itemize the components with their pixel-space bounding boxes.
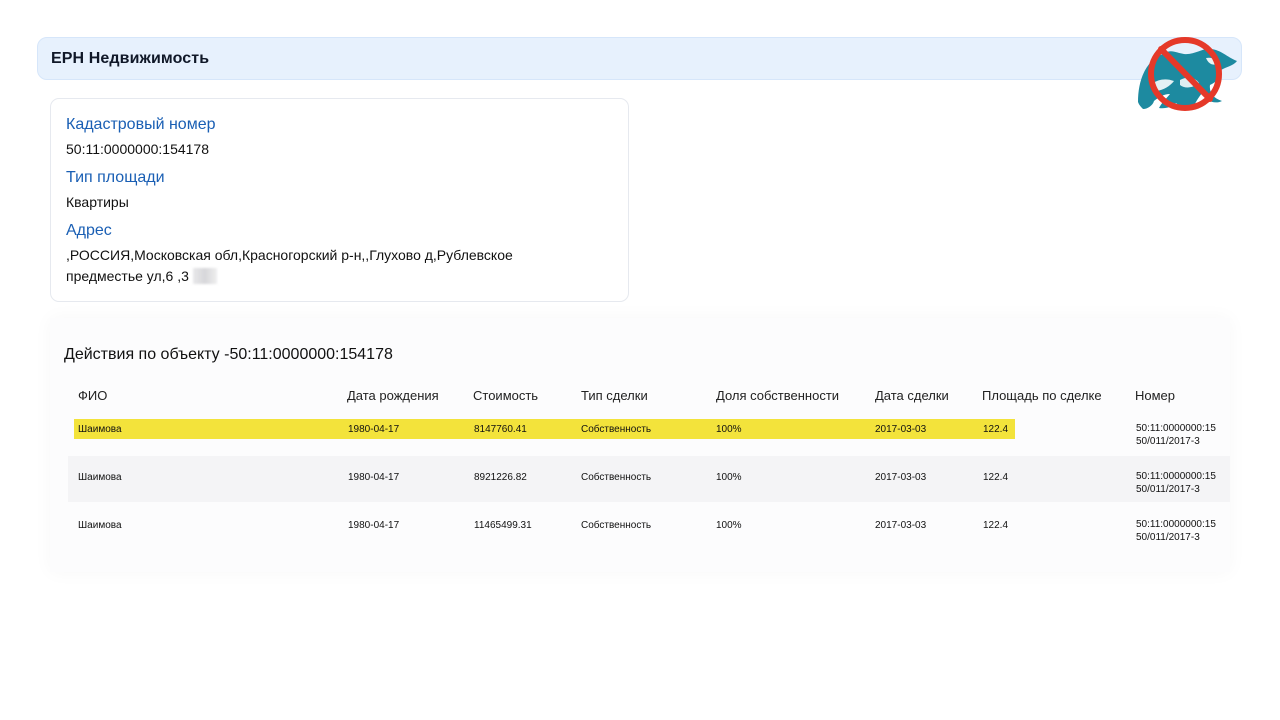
row-1-cost: 8147760.41 (474, 424, 527, 435)
row-2-number-line-2: 50/011/2017-3 (1136, 484, 1200, 495)
row-2-number-line-1: 50:11:0000000:15 (1136, 471, 1216, 482)
row-1-birth-date: 1980-04-17 (348, 424, 400, 435)
cadastral-number-label: Кадастровый номер (66, 116, 216, 133)
row-1-ownership-share: 100% (716, 424, 742, 435)
row-3-number-line-1: 50:11:0000000:15 (1136, 519, 1216, 530)
header-bar: ЕРН Недвижимость (37, 37, 1242, 80)
row-3-deal-type: Собственность (581, 520, 652, 531)
cadastral-number-value: 50:11:0000000:154178 (66, 141, 209, 157)
actions-title: Действия по объекту -50:11:0000000:15417… (64, 346, 393, 363)
column-header-cost: Стоимость (473, 388, 539, 403)
row-2-deal-type: Собственность (581, 472, 652, 483)
row-1-fio: Шаимова (78, 424, 122, 435)
row-3-cost: 11465499.31 (474, 520, 532, 531)
row-3-fio: Шаимова (78, 520, 122, 531)
column-header-deal-area: Площадь по сделке (982, 388, 1102, 403)
column-header-deal-date: Дата сделки (875, 388, 949, 403)
row-2-fio: Шаимова (78, 472, 122, 483)
row-3-deal-date: 2017-03-03 (875, 520, 927, 531)
row-3-number: 50:11:0000000:15 50/011/2017-3 (1136, 518, 1216, 544)
row-3-number-line-2: 50/011/2017-3 (1136, 532, 1200, 543)
address-value-wrapper: ,РОССИЯ,Московская обл,Красногорский р-н… (66, 245, 586, 287)
row-1-number: 50:11:0000000:15 50/011/2017-3 (1136, 422, 1216, 448)
address-label: Адрес (66, 222, 112, 239)
row-2-ownership-share: 100% (716, 472, 742, 483)
column-header-birth-date: Дата рождения (347, 388, 439, 403)
redacted-address-part (192, 268, 217, 284)
object-actions-panel: Действия по объекту -50:11:0000000:15417… (50, 318, 1230, 572)
row-1-deal-date: 2017-03-03 (875, 424, 927, 435)
area-type-label: Тип площади (66, 169, 165, 186)
column-header-number: Номер (1135, 388, 1176, 403)
page-title: ЕРН Недвижимость (51, 50, 210, 67)
row-2-cost: 8921226.82 (474, 472, 527, 483)
column-header-deal-type: Тип сделки (581, 388, 648, 403)
row-3-ownership-share: 100% (716, 520, 742, 531)
row-2-deal-area: 122.4 (983, 472, 1009, 483)
row-1-deal-area: 122.4 (983, 424, 1009, 435)
row-highlight-marker (74, 419, 1015, 439)
column-header-ownership-share: Доля собственности (716, 388, 840, 403)
row-2-birth-date: 1980-04-17 (348, 472, 400, 483)
row-1-deal-type: Собственность (581, 424, 652, 435)
area-type-value: Квартиры (66, 194, 129, 210)
row-3-deal-area: 122.4 (983, 520, 1009, 531)
object-info-card: Кадастровый номер 50:11:0000000:154178 Т… (50, 98, 629, 302)
column-header-fio: ФИО (78, 388, 108, 403)
row-3-birth-date: 1980-04-17 (348, 520, 400, 531)
row-2-number: 50:11:0000000:15 50/011/2017-3 (1136, 470, 1216, 496)
crossed-out-bear-logo-icon (1138, 37, 1237, 111)
row-2-deal-date: 2017-03-03 (875, 472, 927, 483)
row-1-number-line-2: 50/011/2017-3 (1136, 436, 1200, 447)
row-1-number-line-1: 50:11:0000000:15 (1136, 423, 1216, 434)
address-value: ,РОССИЯ,Московская обл,Красногорский р-н… (66, 247, 513, 284)
